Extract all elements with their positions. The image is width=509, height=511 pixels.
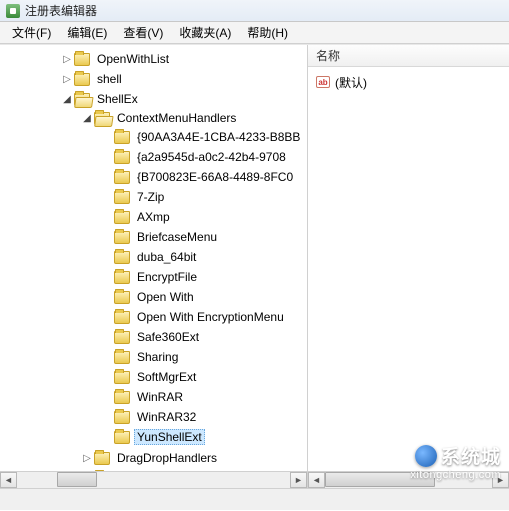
folder-icon [74,93,90,106]
folder-icon [114,271,130,284]
folder-icon [114,131,130,144]
scroll-left-icon[interactable]: ◄ [0,472,17,488]
chevron-down-icon[interactable]: ◢ [80,111,94,125]
tree-item[interactable]: ▷Open With [100,288,307,306]
tree-item[interactable]: ◢ ShellEx [60,90,307,108]
tree-item[interactable]: ▷{B700823E-66A8-4489-8FC0 [100,168,307,186]
folder-icon [114,151,130,164]
folder-icon [114,231,130,244]
column-header[interactable]: 名称 [308,45,509,67]
folder-icon [114,291,130,304]
folder-icon [114,171,130,184]
tree-item[interactable]: ▷WinRAR [100,388,307,406]
tree-item[interactable]: ▷Open With EncryptionMenu [100,308,307,326]
tree-item[interactable]: ▷{90AA3A4E-1CBA-4233-B8BB [100,128,307,146]
tree-label: Open With [134,289,197,305]
tree-label: ShellEx [94,91,141,107]
value-default[interactable]: ab (默认) [316,73,501,91]
tree-label: OpenWithList [94,51,172,67]
folder-icon [114,411,130,424]
column-name: 名称 [316,47,340,64]
folder-icon [114,251,130,264]
folder-icon [114,191,130,204]
folder-icon [94,112,110,125]
tree-item[interactable]: ▷7-Zip [100,188,307,206]
tree-item[interactable]: ▷Sharing [100,348,307,366]
tree-item[interactable]: ▷ DragDropHandlers [80,449,307,467]
right-h-scrollbar[interactable]: ◄ ► [308,471,509,488]
scroll-thumb[interactable] [57,472,97,487]
tree-label: YunShellExt [134,429,205,445]
tree-label: Open With EncryptionMenu [134,309,287,325]
scroll-thumb[interactable] [325,472,435,487]
statusbar [0,488,509,510]
tree-label: {90AA3A4E-1CBA-4233-B8BB [134,129,303,145]
menu-help[interactable]: 帮助(H) [239,22,296,43]
tree-label: duba_64bit [134,249,199,265]
regedit-icon [6,4,20,18]
tree-label: BriefcaseMenu [134,229,220,245]
menu-file[interactable]: 文件(F) [4,22,59,43]
folder-icon [74,73,90,86]
value-label: (默认) [335,74,367,91]
tree-label: {a2a9545d-a0c2-42b4-9708 [134,149,289,165]
tree-item[interactable]: ◢ ContextMenuHandlers [80,109,307,127]
tree-label: ContextMenuHandlers [114,110,239,126]
tree-item[interactable]: ▷duba_64bit [100,248,307,266]
tree-item[interactable]: ▷YunShellExt [100,428,307,446]
folder-icon [114,371,130,384]
chevron-down-icon[interactable]: ◢ [60,92,74,106]
folder-icon [114,351,130,364]
titlebar: 注册表编辑器 [0,0,509,22]
tree-item[interactable]: ▷BriefcaseMenu [100,228,307,246]
tree-label: {B700823E-66A8-4489-8FC0 [134,169,296,185]
tree-item[interactable]: ▷ OpenWithList [60,50,307,68]
tree-label: AXmp [134,209,173,225]
tree-item[interactable]: ▷EncryptFile [100,268,307,286]
tree-item[interactable]: ▷Safe360Ext [100,328,307,346]
tree-label: Sharing [134,349,181,365]
folder-icon [74,53,90,66]
folder-icon [114,211,130,224]
folder-icon [94,452,110,465]
values-pane: 名称 ab (默认) ◄ ► [308,45,509,488]
chevron-right-icon[interactable]: ▷ [60,72,74,86]
menu-view[interactable]: 查看(V) [115,22,171,43]
tree-item[interactable]: ▷AXmp [100,208,307,226]
tree-label: WinRAR [134,389,186,405]
chevron-right-icon[interactable]: ▷ [80,451,94,465]
tree-item[interactable]: ▷WinRAR32 [100,408,307,426]
scroll-right-icon[interactable]: ► [290,472,307,488]
tree-item[interactable]: ▷SoftMgrExt [100,368,307,386]
tree-label: shell [94,71,125,87]
tree-label: EncryptFile [134,269,200,285]
scroll-right-icon[interactable]: ► [492,472,509,488]
tree-pane: ▷OpenWithList▷shell◢ShellEx◢ContextMenuH… [0,45,308,488]
tree-item[interactable]: ▷ shell [60,70,307,88]
tree-label: WinRAR32 [134,409,199,425]
folder-icon [114,391,130,404]
tree-label: DragDropHandlers [114,450,220,466]
folder-icon [114,331,130,344]
menu-favorites[interactable]: 收藏夹(A) [171,22,239,43]
folder-icon [114,431,130,444]
chevron-right-icon[interactable]: ▷ [60,52,74,66]
scroll-track[interactable] [325,472,492,488]
folder-icon [114,311,130,324]
menubar: 文件(F) 编辑(E) 查看(V) 收藏夹(A) 帮助(H) [0,22,509,44]
tree-label: 7-Zip [134,189,167,205]
window-title: 注册表编辑器 [25,2,97,19]
left-h-scrollbar[interactable]: ◄ ► [0,471,307,488]
menu-edit[interactable]: 编辑(E) [59,22,115,43]
scroll-left-icon[interactable]: ◄ [308,472,325,488]
tree-label: Safe360Ext [134,329,202,345]
scroll-track[interactable] [17,472,290,488]
registry-tree[interactable]: ▷OpenWithList▷shell◢ShellEx◢ContextMenuH… [0,45,307,473]
tree-item[interactable]: ▷{a2a9545d-a0c2-42b4-9708 [100,148,307,166]
tree-label: SoftMgrExt [134,369,199,385]
string-value-icon: ab [316,76,330,88]
